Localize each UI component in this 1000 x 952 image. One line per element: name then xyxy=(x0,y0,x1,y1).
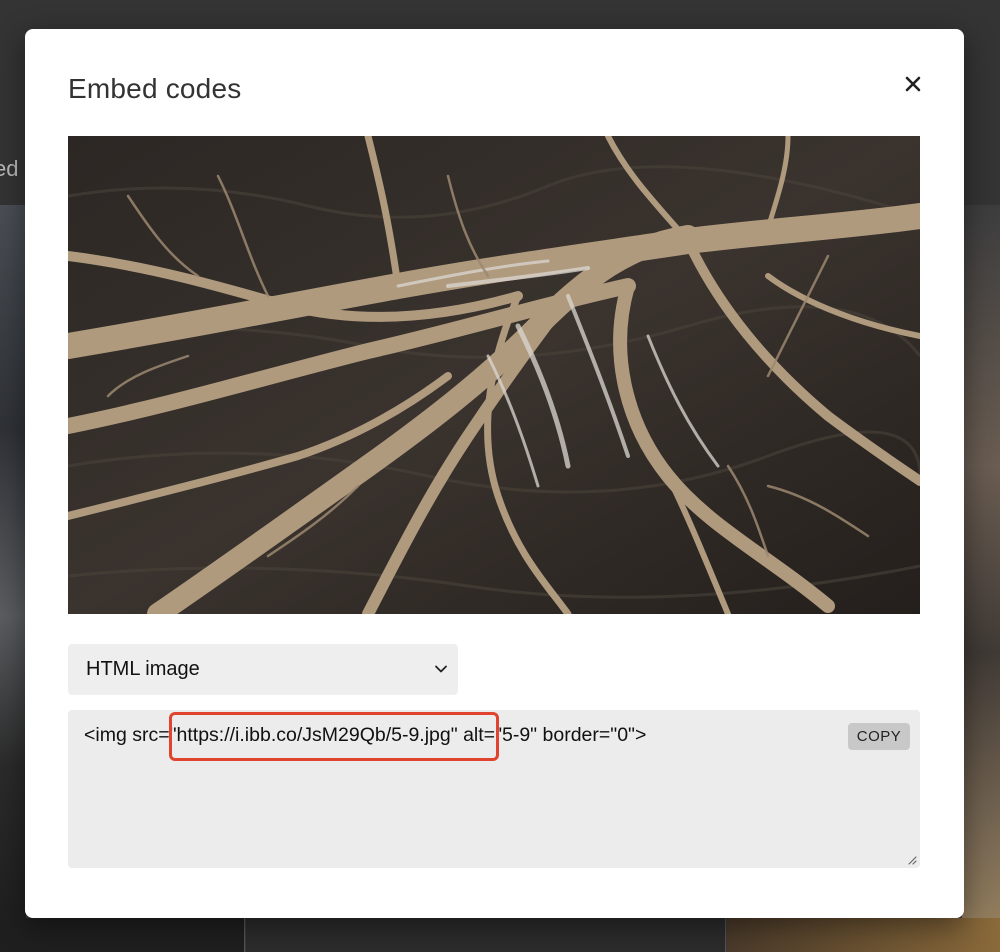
embed-format-selected: HTML image xyxy=(86,658,200,680)
background-thumbnail xyxy=(727,918,1000,952)
close-button[interactable] xyxy=(899,69,927,99)
background-thumbnail xyxy=(0,918,245,952)
chevron-down-icon xyxy=(435,665,447,673)
image-preview xyxy=(68,136,920,614)
copy-button[interactable]: COPY xyxy=(848,723,910,750)
resize-handle-icon[interactable] xyxy=(907,855,917,865)
background-thumbnail xyxy=(962,205,1000,952)
embed-code-text[interactable]: <img src="https://i.ibb.co/JsM29Qb/5-9.j… xyxy=(84,724,646,747)
embed-code-textarea[interactable]: <img src="https://i.ibb.co/JsM29Qb/5-9.j… xyxy=(68,710,920,868)
river-delta-photo xyxy=(68,136,920,614)
embed-codes-modal: Embed codes HTML image <img src="https:/… xyxy=(25,29,964,918)
close-icon xyxy=(905,76,921,92)
background-partial-text: ed xyxy=(0,156,19,181)
modal-title: Embed codes xyxy=(68,73,242,104)
background-thumbnail xyxy=(0,205,26,952)
background-thumbnail xyxy=(246,918,726,952)
embed-format-select[interactable]: HTML image xyxy=(68,644,458,695)
